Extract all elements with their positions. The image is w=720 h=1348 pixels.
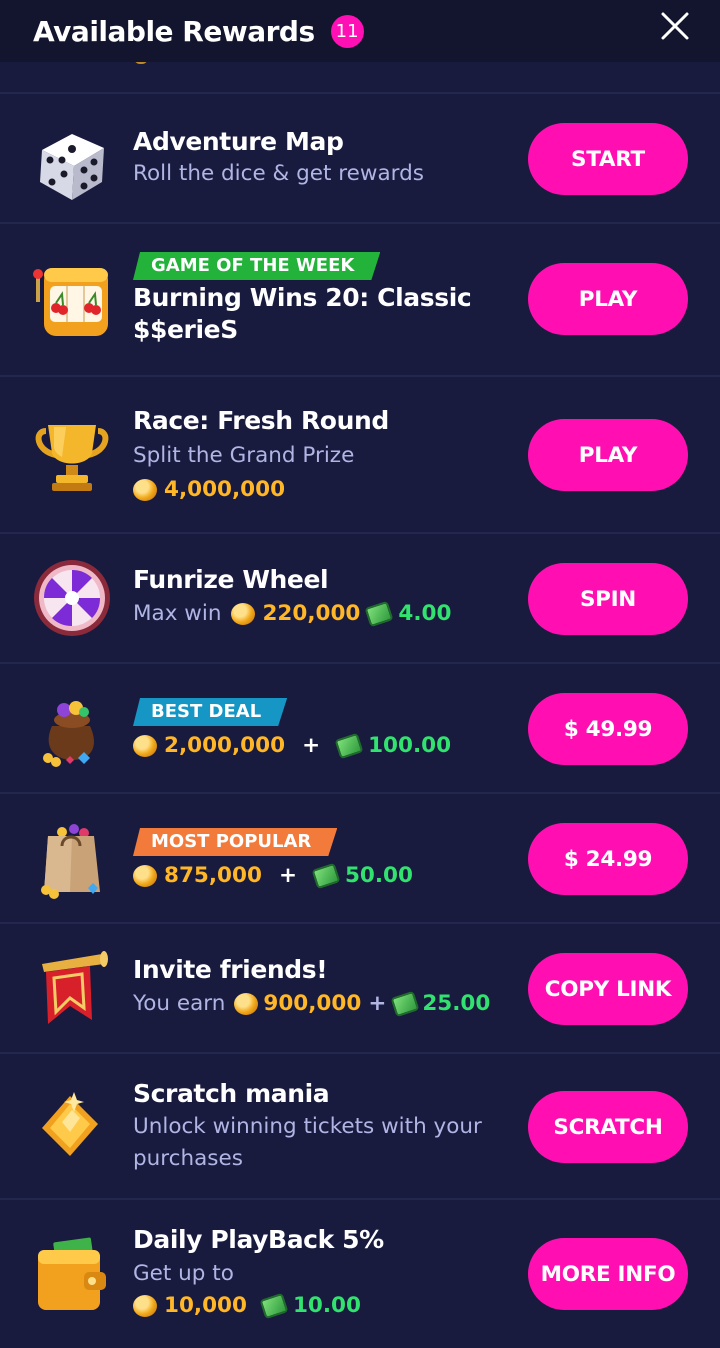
- trophy-icon: [35, 425, 109, 491]
- cash-value: 10.00: [292, 1293, 361, 1318]
- row-title: Adventure Map: [133, 127, 344, 156]
- reward-row-adventure-map: Adventure Map Roll the dice & get reward…: [0, 92, 720, 223]
- header: Available Rewards 11: [0, 0, 720, 62]
- buy-49-99-button[interactable]: $ 49.99: [528, 693, 688, 765]
- row-title: Funrize Wheel: [133, 565, 329, 594]
- plus-sign: +: [278, 863, 297, 888]
- most-popular-tag: MOST POPULAR: [133, 828, 337, 856]
- row-subtitle: Get up to: [133, 1261, 234, 1286]
- cash-value: 25.00: [422, 991, 491, 1016]
- slot-machine-icon: [33, 268, 108, 336]
- wheel-icon: [34, 560, 110, 636]
- row-subtitle-line2: purchases: [133, 1146, 243, 1171]
- scratch-ticket-icon: [42, 1092, 98, 1156]
- coins-value: 2,000,000: [164, 733, 286, 758]
- start-button[interactable]: START: [528, 123, 688, 195]
- reward-row-best-deal: BEST DEAL 2,000,000 + 100.00 $ 49.99: [0, 662, 720, 793]
- coins-value: 10,000: [164, 1293, 247, 1318]
- cash-icon: [259, 1292, 289, 1320]
- rewards-count-badge: 11: [330, 14, 364, 48]
- copy-link-button[interactable]: COPY LINK: [528, 953, 688, 1025]
- banner-horn-icon: [42, 951, 108, 1024]
- reward-row-race: Race: Fresh Round Split the Grand Prize …: [0, 375, 720, 533]
- coin-icon: [231, 603, 256, 625]
- row-title-line2: $$erieS: [133, 315, 238, 344]
- offer-amount: 875,000 + 50.00: [133, 860, 513, 892]
- close-icon[interactable]: [660, 9, 690, 43]
- max-win-label: Max win: [133, 601, 222, 626]
- reward-row-game-of-week: GAME OF THE WEEK Burning Wins 20: Classi…: [0, 222, 720, 376]
- coin-icon: [133, 479, 157, 501]
- best-deal-tag: BEST DEAL: [133, 698, 287, 726]
- coin-bag-icon: [43, 701, 94, 767]
- row-title: Scratch mania: [133, 1079, 330, 1108]
- coins-value: 4,000,000: [164, 477, 286, 502]
- plus-sign: +: [302, 733, 321, 758]
- buy-24-99-button[interactable]: $ 24.99: [528, 823, 688, 895]
- reward-row-scratch: Scratch mania Unlock winning tickets wit…: [0, 1052, 720, 1199]
- row-title: Burning Wins 20: Classic: [133, 283, 472, 312]
- shopping-bag-icon: [41, 824, 100, 899]
- offer-amount: 2,000,000 + 100.00: [133, 730, 513, 762]
- scratch-button[interactable]: SCRATCH: [528, 1091, 688, 1163]
- coin-icon: [133, 865, 157, 887]
- reward-row-wheel: Funrize Wheel Max win 220,000 4.00 SPIN: [0, 532, 720, 663]
- row-subtitle: Split the Grand Prize: [133, 443, 355, 468]
- plus-sign: +: [368, 991, 387, 1016]
- more-info-button[interactable]: MORE INFO: [528, 1238, 688, 1310]
- scrolled-row-remnant: [0, 58, 720, 93]
- game-of-the-week-tag: GAME OF THE WEEK: [133, 252, 380, 280]
- coin-icon: [234, 993, 259, 1015]
- row-subtitle: Unlock winning tickets with your: [133, 1114, 482, 1139]
- reward-row-playback: Daily PlayBack 5% Get up to 10,000 10.00…: [0, 1198, 720, 1348]
- coin-icon: [133, 1295, 157, 1317]
- cash-icon: [311, 862, 341, 890]
- row-title: Invite friends!: [133, 955, 328, 984]
- coins-value: 220,000: [262, 601, 361, 626]
- cash-value: 4.00: [398, 601, 452, 626]
- coins-value: 875,000: [164, 863, 262, 888]
- reward-amount: 4,000,000: [133, 474, 513, 506]
- row-title: Race: Fresh Round: [133, 406, 389, 435]
- reward-row-most-popular: MOST POPULAR 875,000 + 50.00 $ 24.99: [0, 792, 720, 923]
- wallet-icon: [38, 1237, 106, 1310]
- cash-icon: [334, 732, 364, 760]
- play-button[interactable]: PLAY: [528, 419, 688, 491]
- coins-value: 900,000: [263, 991, 362, 1016]
- you-earn-label: You earn: [133, 991, 226, 1016]
- cash-icon: [390, 990, 420, 1018]
- play-button[interactable]: PLAY: [528, 263, 688, 335]
- coin-icon: [133, 735, 157, 757]
- spin-button[interactable]: SPIN: [528, 563, 688, 635]
- cash-icon: [364, 600, 394, 628]
- max-win-line: Max win 220,000 4.00: [133, 598, 513, 630]
- row-title: Daily PlayBack 5%: [133, 1225, 384, 1254]
- cash-value: 50.00: [344, 863, 413, 888]
- reward-row-invite: Invite friends! You earn 900,000 + 25.00…: [0, 922, 720, 1053]
- page-title: Available Rewards: [33, 14, 315, 48]
- playback-amount: 10,000 10.00: [133, 1290, 513, 1322]
- dice-icon: [40, 134, 104, 200]
- invite-reward-line: You earn 900,000 + 25.00: [133, 988, 523, 1020]
- row-subtitle: Roll the dice & get rewards: [133, 161, 424, 186]
- cash-value: 100.00: [368, 733, 452, 758]
